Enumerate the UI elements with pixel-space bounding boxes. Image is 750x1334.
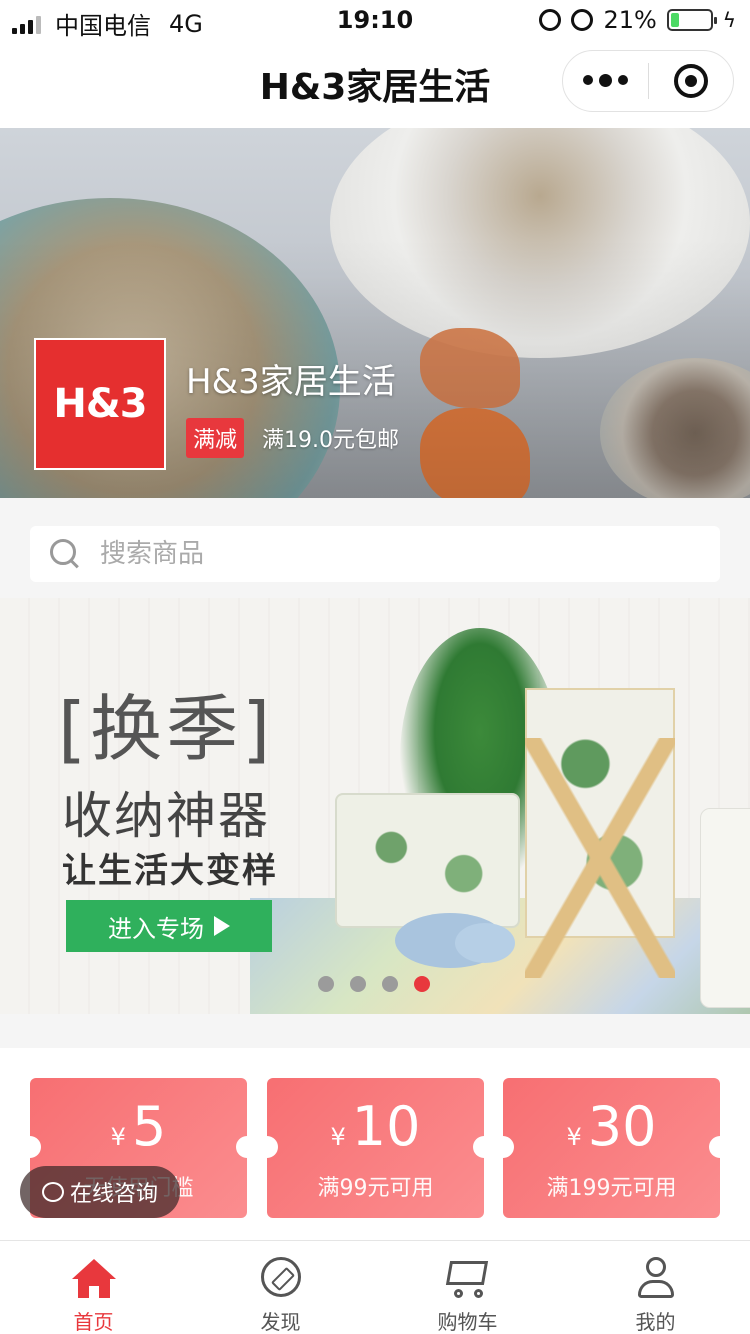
status-bar: 中国电信 4G 19:10 21% ϟ — [0, 0, 750, 40]
carousel-dot[interactable] — [318, 976, 334, 992]
coupon-condition: 满199元可用 — [546, 1176, 677, 1201]
close-miniprogram-icon[interactable] — [649, 64, 734, 98]
online-consult-button[interactable]: 在线咨询 — [20, 1166, 180, 1218]
battery-icon — [666, 9, 717, 31]
coupon-currency: ¥ — [566, 1123, 582, 1151]
coupon-value: 5 — [131, 1095, 167, 1158]
search-section — [0, 498, 750, 598]
chat-bubble-icon — [41, 1182, 64, 1202]
promo-banner[interactable]: [换季] 收纳神器 让生活大变样 进入专场 — [0, 598, 750, 1014]
play-arrow-icon — [214, 916, 230, 936]
shop-header: H&3 H&3家居生活 满减 满19.0元包邮 — [0, 128, 750, 498]
tab-label: 购物车 — [437, 1310, 498, 1334]
tab-mine[interactable]: 我的 — [562, 1241, 749, 1334]
coupon-condition: 满99元可用 — [317, 1176, 434, 1201]
tab-home[interactable]: 首页 — [0, 1241, 187, 1334]
shop-name: H&3家居生活 — [186, 362, 396, 402]
banner-subhead: 收纳神器 — [62, 787, 270, 845]
miniprogram-capsule — [562, 50, 734, 112]
app-page: 中国电信 4G 19:10 21% ϟ H&3家居生活 H&3 H&3家居生活 — [0, 0, 750, 1334]
banner-cushion — [700, 808, 750, 1008]
banner-slogan: 让生活大变样 — [62, 851, 278, 891]
tab-discover[interactable]: 发现 — [187, 1241, 374, 1334]
tab-bar: 首页 发现 购物车 我的 — [0, 1240, 750, 1334]
shop-logo-text: H&3 — [53, 381, 147, 427]
shop-promo: 满减 满19.0元包邮 — [186, 418, 399, 458]
coupon-amount: ¥ 5 — [30, 1100, 247, 1154]
carousel-dot[interactable] — [382, 976, 398, 992]
more-menu-icon[interactable] — [563, 74, 648, 87]
alarm-icon — [571, 9, 594, 31]
coupon-value: 10 — [351, 1095, 421, 1158]
search-icon — [50, 539, 80, 569]
coupon-value: 30 — [587, 1095, 657, 1158]
carousel-indicator — [318, 976, 430, 992]
shop-logo[interactable]: H&3 — [34, 338, 166, 470]
banner-slipper-2 — [455, 923, 515, 963]
tab-label: 首页 — [73, 1310, 114, 1334]
search-input[interactable] — [100, 539, 660, 569]
banner-hamper-stand — [525, 738, 675, 978]
nav-bar: H&3家居生活 — [0, 40, 750, 128]
promo-tag: 满减 — [186, 418, 245, 458]
coupon-currency: ¥ — [110, 1123, 126, 1151]
user-icon — [632, 1253, 680, 1300]
charging-icon: ϟ — [722, 8, 736, 32]
battery-percent: 21% — [603, 6, 657, 34]
banner-enter-label: 进入专场 — [108, 914, 204, 943]
tab-label: 发现 — [260, 1310, 301, 1334]
rotation-lock-icon — [539, 9, 562, 31]
banner-storage-box — [335, 793, 520, 928]
home-icon — [70, 1253, 118, 1300]
coupon-amount: ¥ 30 — [503, 1100, 720, 1154]
banner-headline: [换季] — [58, 687, 275, 771]
search-bar[interactable] — [30, 526, 720, 582]
coupon-currency: ¥ — [330, 1123, 346, 1151]
status-right: 21% ϟ — [539, 6, 736, 34]
coupon-card[interactable]: ¥ 10 满99元可用 — [267, 1078, 484, 1218]
online-consult-label: 在线咨询 — [69, 1182, 158, 1207]
battery-fill — [670, 13, 679, 27]
cart-icon — [444, 1253, 492, 1300]
coupon-amount: ¥ 10 — [267, 1100, 484, 1154]
carousel-dot[interactable] — [414, 976, 430, 992]
banner-enter-button[interactable]: 进入专场 — [66, 900, 272, 952]
tab-label: 我的 — [635, 1310, 676, 1334]
coupon-card[interactable]: ¥ 30 满199元可用 — [503, 1078, 720, 1218]
carousel-dot[interactable] — [350, 976, 366, 992]
tab-cart[interactable]: 购物车 — [374, 1241, 561, 1334]
compass-icon — [257, 1253, 305, 1300]
promo-text: 满19.0元包邮 — [262, 428, 400, 453]
